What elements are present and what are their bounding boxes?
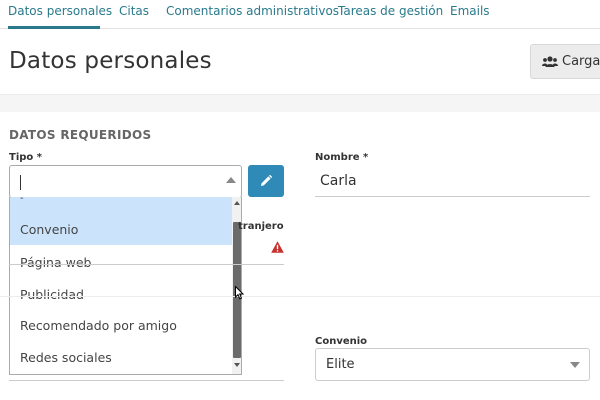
pencil-icon <box>261 175 272 186</box>
convenio-select[interactable]: Elite <box>315 348 590 381</box>
chevron-down-icon <box>570 362 580 368</box>
tab-emails[interactable]: Emails <box>450 4 490 18</box>
convenio-label: Convenio <box>315 336 368 347</box>
tab-bar: Datos personales Citas Comentarios admin… <box>0 0 600 29</box>
tipo-search-input[interactable] <box>18 172 213 192</box>
warning-icon <box>271 241 284 253</box>
tab-datos-personales[interactable]: Datos personales <box>8 4 112 18</box>
text-caret <box>20 175 21 190</box>
section-title-datos-requeridos: DATOS REQUERIDOS <box>9 128 152 142</box>
tipo-label: Tipo * <box>9 152 42 163</box>
page-title: Datos personales <box>9 48 212 74</box>
dropdown-option-redes-sociales[interactable]: Redes sociales <box>10 342 232 373</box>
scroll-up-arrow-icon[interactable] <box>234 201 240 205</box>
edit-tipo-button[interactable] <box>248 165 284 197</box>
users-icon <box>542 55 558 67</box>
tab-comentarios-administrativos[interactable]: Comentarios administrativos <box>166 4 339 18</box>
scroll-down-arrow-icon[interactable] <box>234 363 240 367</box>
chevron-up-icon <box>226 177 236 183</box>
nombre-label: Nombre * <box>315 152 369 163</box>
cargas-button[interactable]: Cargas <box>530 44 600 79</box>
dropdown-option-recomendado-por-amigo[interactable]: Recomendado por amigo <box>10 310 232 341</box>
tab-tareas-de-gestion[interactable]: Tareas de gestión <box>338 4 443 18</box>
hidden-field-underline <box>9 264 284 265</box>
active-tab-indicator <box>8 26 100 29</box>
dropdown-option-pagina-web[interactable]: Página web <box>10 247 232 278</box>
cargas-button-label: Cargas <box>562 54 600 69</box>
tipo-dropdown-list[interactable]: - Convenio Página web Publicidad Recomen… <box>9 197 242 375</box>
section-divider <box>0 296 600 297</box>
dropdown-option-convenio[interactable]: Convenio <box>10 214 232 245</box>
convenio-selected-value: Elite <box>326 357 355 372</box>
nombre-input[interactable]: Carla <box>315 166 590 197</box>
extranjero-label-fragment: tranjero <box>238 221 284 232</box>
tab-citas[interactable]: Citas <box>119 4 149 18</box>
tipo-select[interactable] <box>9 165 242 198</box>
dropdown-option-partial[interactable]: - <box>10 197 232 214</box>
section-separator-band <box>0 94 600 112</box>
dropdown-option-publicidad[interactable]: Publicidad <box>10 279 232 310</box>
field-underline <box>9 380 284 381</box>
mouse-cursor-icon <box>235 286 244 300</box>
